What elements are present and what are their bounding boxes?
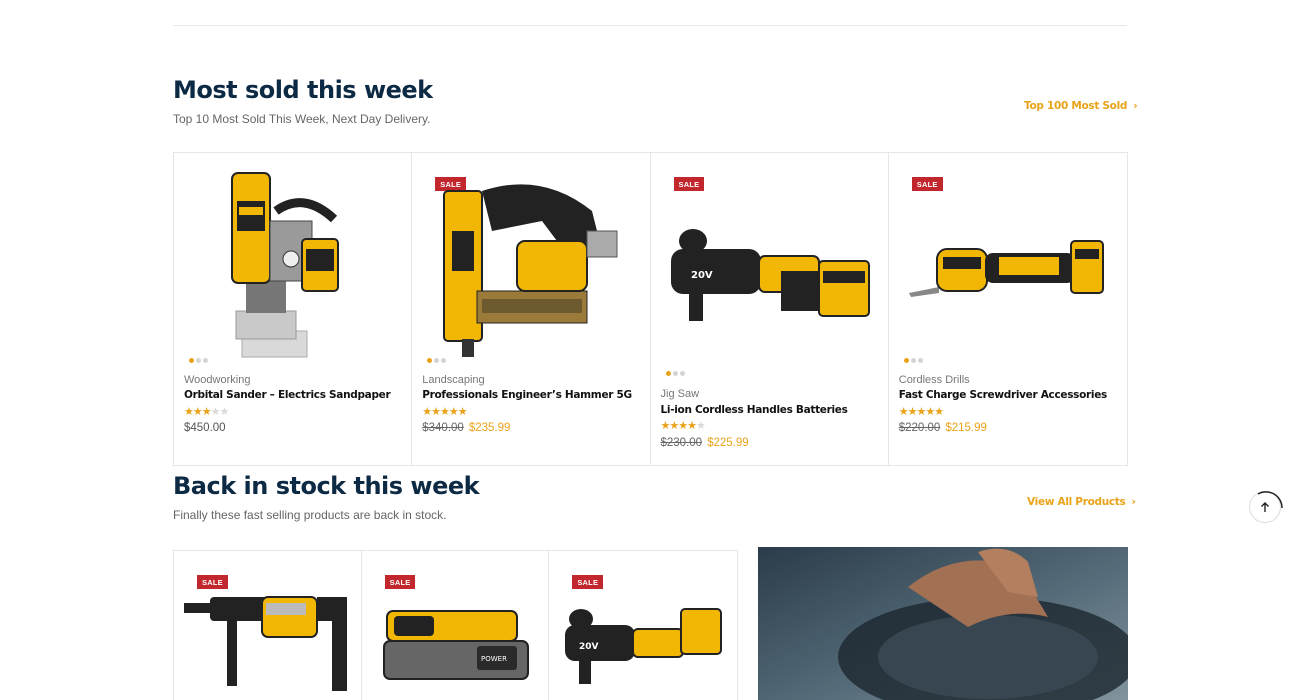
link-label: Top 100 Most Sold bbox=[1024, 100, 1128, 112]
product-name[interactable]: Fast Charge Screwdriver Accessories bbox=[899, 389, 1108, 401]
product-card[interactable]: Woodworking Orbital Sander – Electrics S… bbox=[174, 153, 413, 465]
svg-text:20V: 20V bbox=[691, 270, 713, 281]
product-image-nailer[interactable] bbox=[422, 161, 639, 365]
sale-badge: SALE bbox=[384, 575, 416, 589]
svg-text:POWER: POWER bbox=[481, 655, 507, 663]
chevron-right-icon: › bbox=[1133, 99, 1138, 112]
image-carousel-dots[interactable] bbox=[903, 358, 923, 363]
most-sold-subtitle: Top 10 Most Sold This Week, Next Day Del… bbox=[173, 112, 431, 126]
product-image-rotary-hammer[interactable] bbox=[182, 591, 354, 700]
image-carousel-dots[interactable] bbox=[427, 358, 447, 363]
top-100-most-sold-link[interactable]: Top 100 Most Sold › bbox=[1024, 99, 1138, 112]
view-all-products-link[interactable]: View All Products › bbox=[1027, 495, 1136, 508]
product-price: $220.00 $215.99 bbox=[899, 422, 987, 434]
sale-price: $235.99 bbox=[468, 422, 511, 434]
back-in-stock-product-grid: SALE SALE POWER SALE 20V bbox=[173, 550, 738, 700]
sale-badge: SALE bbox=[572, 575, 604, 589]
image-carousel-dots[interactable] bbox=[189, 358, 208, 363]
product-category[interactable]: Landscaping bbox=[422, 374, 484, 386]
back-in-stock-subtitle: Finally these fast selling products are … bbox=[173, 508, 447, 522]
product-category[interactable]: Woodworking bbox=[184, 374, 250, 386]
link-label: View All Products bbox=[1027, 496, 1126, 508]
rating-stars: ★★★★★ bbox=[660, 420, 706, 432]
progress-ring-icon bbox=[1257, 491, 1283, 509]
promo-banner-image[interactable] bbox=[758, 547, 1128, 700]
product-card[interactable]: SALE Landscaping Professionals Engineer’… bbox=[412, 153, 651, 465]
product-price: $450.00 bbox=[184, 422, 226, 434]
rating-stars: ★★★★★ bbox=[422, 406, 467, 418]
product-card[interactable]: SALE bbox=[174, 551, 362, 700]
product-price: $340.00 $235.99 bbox=[422, 422, 510, 434]
product-card[interactable]: SALE Cordless Drills Fast Charge Screwdr… bbox=[889, 153, 1127, 465]
original-price: $230.00 bbox=[660, 437, 703, 449]
product-category[interactable]: Jig Saw bbox=[661, 388, 700, 400]
sale-price: $215.99 bbox=[945, 422, 987, 434]
product-image-magnetic-drill[interactable] bbox=[184, 161, 401, 365]
most-sold-title: Most sold this week bbox=[173, 76, 433, 104]
scroll-to-top-button[interactable] bbox=[1249, 491, 1283, 523]
product-image-right-angle-drill[interactable]: 20V bbox=[563, 599, 728, 694]
product-name[interactable]: Professionals Engineer’s Hammer 5G bbox=[422, 389, 632, 401]
sale-price: $225.99 bbox=[707, 437, 749, 449]
product-image-right-angle-drill[interactable]: 20V bbox=[661, 161, 878, 365]
top-divider bbox=[173, 25, 1127, 26]
back-in-stock-title: Back in stock this week bbox=[173, 472, 480, 500]
rating-stars: ★★★★★ bbox=[898, 406, 944, 418]
product-name[interactable]: Orbital Sander – Electrics Sandpaper bbox=[184, 389, 391, 401]
original-price: $220.00 bbox=[898, 422, 941, 434]
product-card[interactable]: SALE 20V bbox=[549, 551, 737, 700]
original-price: $340.00 bbox=[422, 422, 464, 434]
product-category[interactable]: Cordless Drills bbox=[899, 374, 970, 386]
product-card[interactable]: SALE POWER bbox=[362, 551, 550, 700]
sale-badge: SALE bbox=[197, 575, 228, 589]
svg-text:20V: 20V bbox=[579, 642, 599, 652]
product-card[interactable]: SALE 20V Jig Saw Li-ion Cordless Handles… bbox=[651, 153, 889, 465]
product-price: $230.00 $225.99 bbox=[661, 437, 749, 449]
product-image-powerstack-battery[interactable]: POWER bbox=[382, 606, 532, 686]
rating-stars: ★★★★★ bbox=[184, 406, 229, 418]
chevron-right-icon: › bbox=[1131, 495, 1136, 508]
current-price: $450.00 bbox=[184, 422, 226, 434]
product-name[interactable]: Li-ion Cordless Handles Batteries bbox=[661, 404, 848, 416]
product-image-oscillating-tool[interactable] bbox=[899, 161, 1117, 365]
image-carousel-dots[interactable] bbox=[665, 371, 685, 376]
most-sold-product-grid: Woodworking Orbital Sander – Electrics S… bbox=[173, 152, 1128, 466]
